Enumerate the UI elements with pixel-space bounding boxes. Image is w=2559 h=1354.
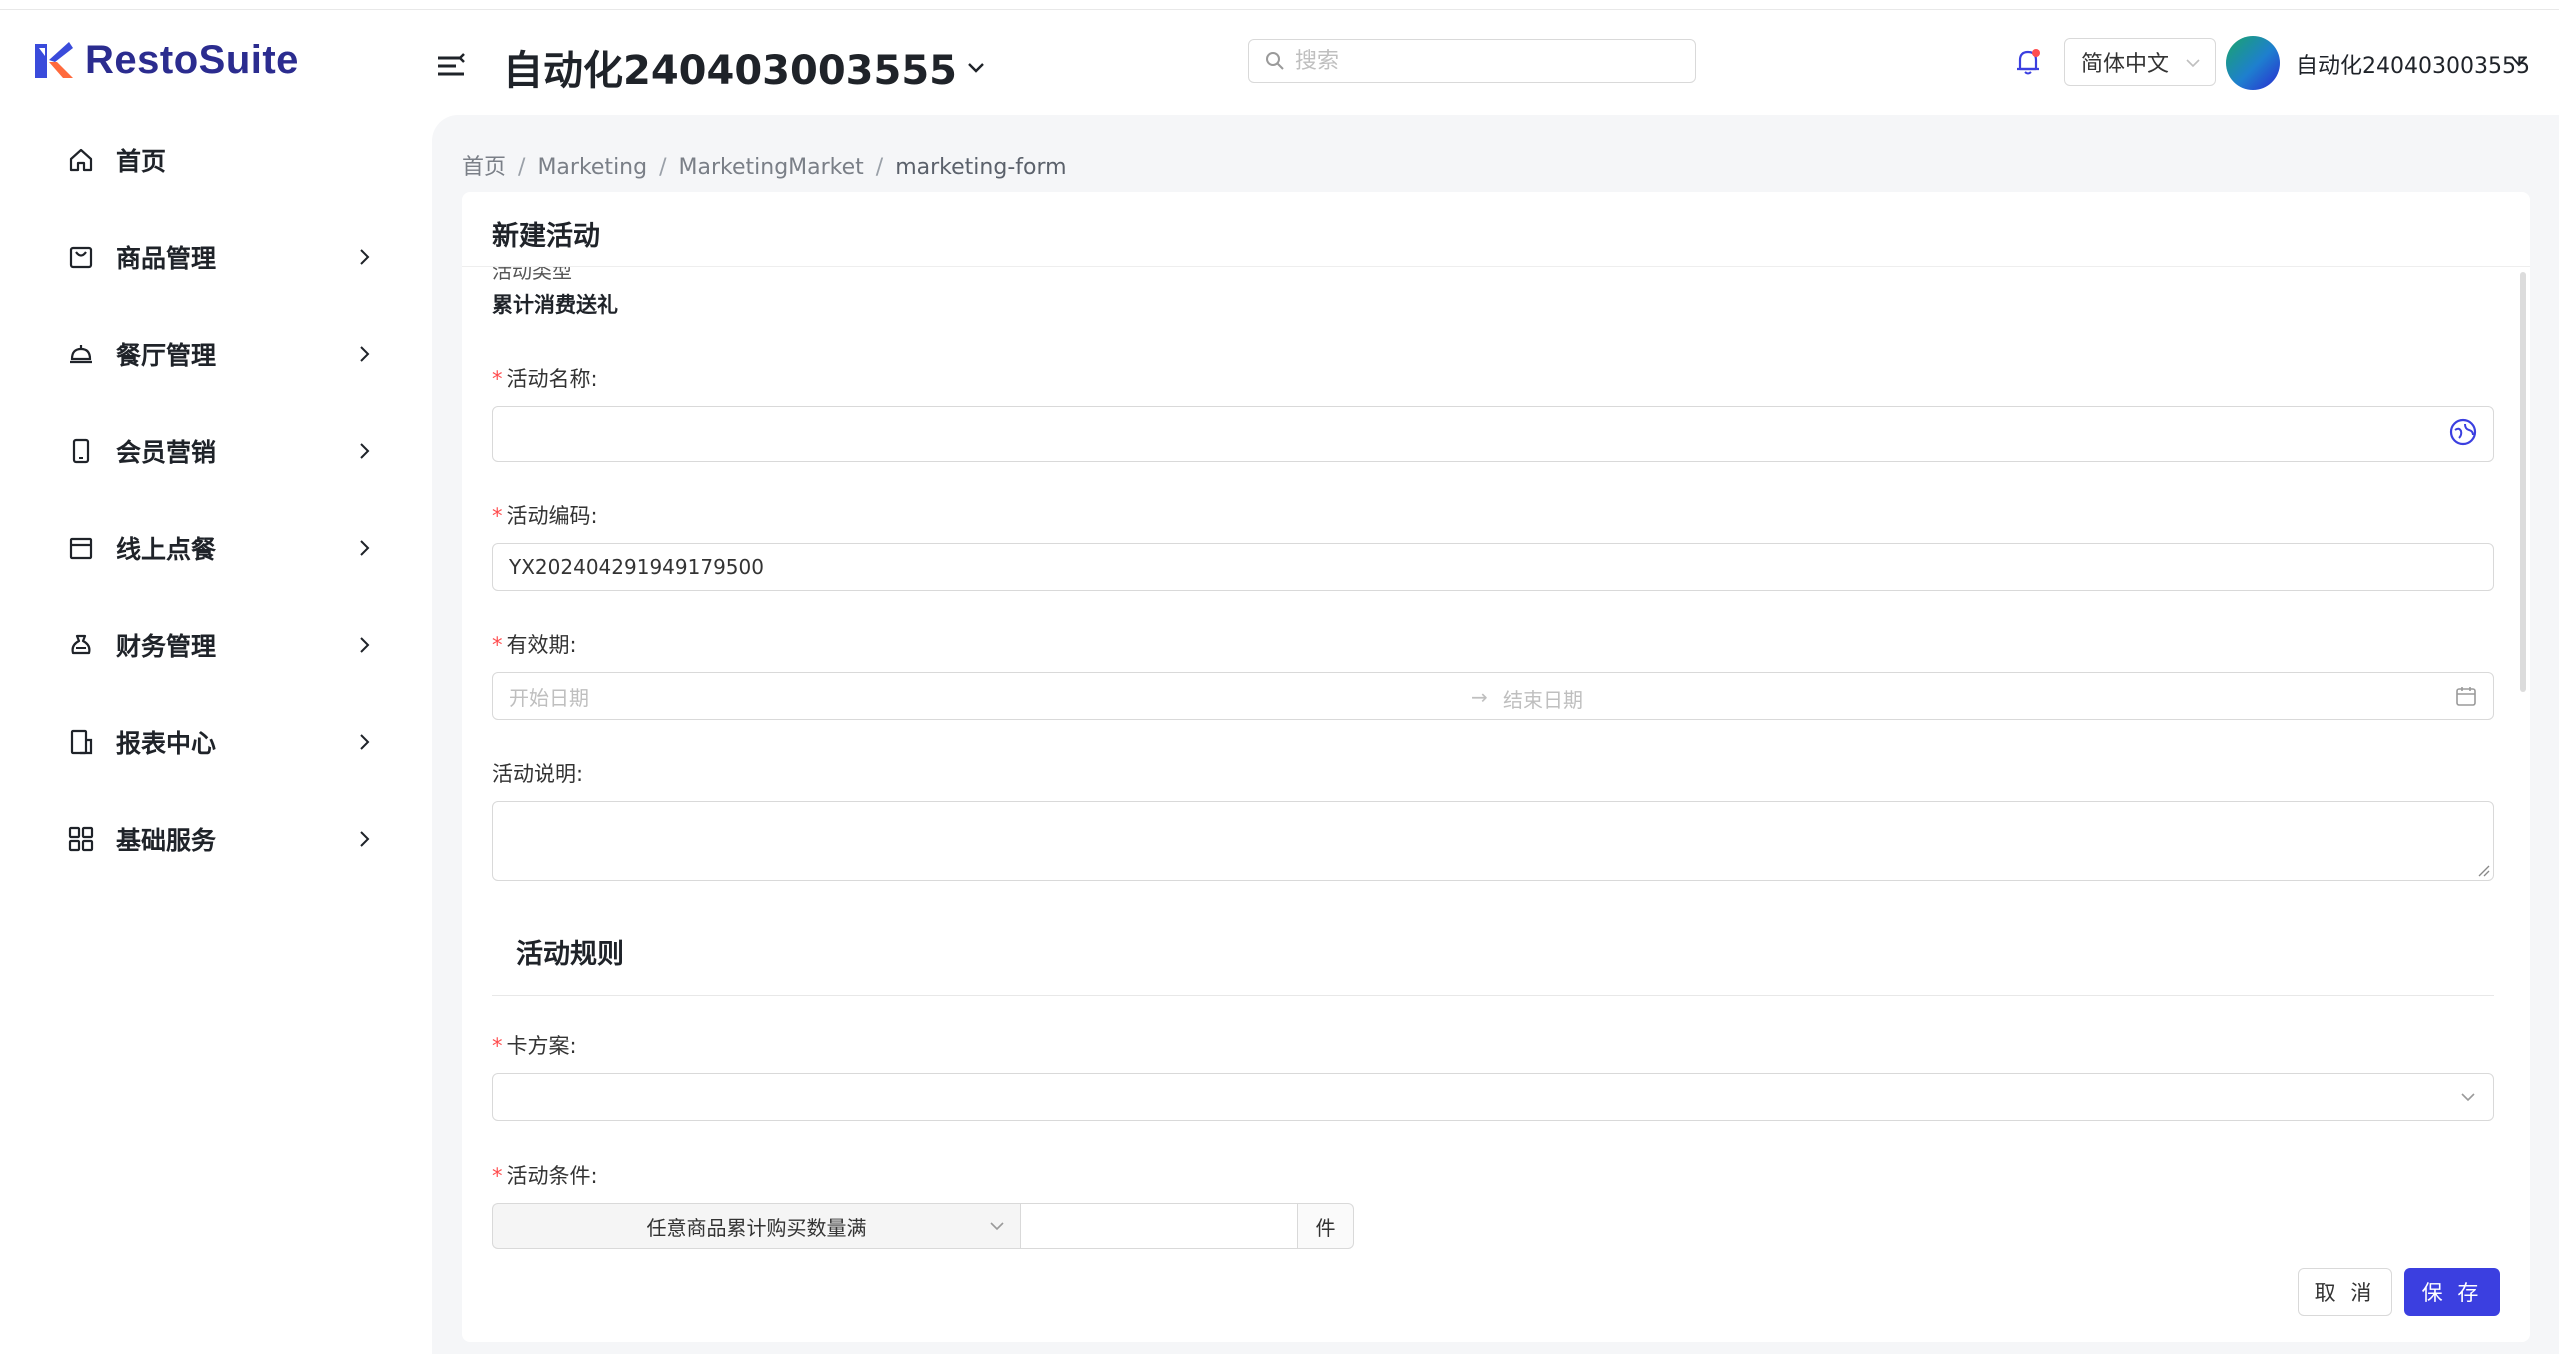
condition-label: * 活动条件: [492,1164,598,1188]
description-label: 活动说明: [492,762,584,786]
rules-section-title: 活动规则 [516,939,624,970]
sidebar-item-finance[interactable]: 财务管理 [66,615,376,675]
breadcrumb-item-marketing-market[interactable]: MarketingMarket [679,155,864,180]
chevron-right-icon [360,346,370,362]
chevron-down-icon [968,63,984,73]
sidebar-item-restaurant[interactable]: 餐厅管理 [66,324,376,384]
menu-toggle-icon[interactable] [434,50,470,82]
chevron-right-icon [360,443,370,459]
notification-bell-icon[interactable] [2010,44,2046,80]
app-logo[interactable]: RestoSuite [33,38,299,83]
sidebar-item-online-ordering[interactable]: 线上点餐 [66,518,376,578]
form-scroll-area[interactable]: 活动类型 累计消费送礼 * 活动名称: * 活动编码: YX202404291949… [462,267,2530,1272]
condition-unit: 件 [1298,1203,1354,1249]
chevron-right-icon [360,734,370,750]
store-icon [66,533,96,563]
sidebar-item-member-marketing[interactable]: 会员营销 [66,421,376,481]
avatar[interactable] [2226,36,2280,90]
description-textarea[interactable] [492,801,2494,881]
new-activity-card: 新建活动 活动类型 累计消费送礼 * 活动名称: * 活动编码: YX2024042… [462,192,2530,1342]
sidebar-item-products[interactable]: 商品管理 [66,227,376,287]
condition-type-value: 任意商品累计购买数量满 [646,1215,867,1240]
sidebar-item-label: 餐厅管理 [116,341,217,370]
validity-label: * 有效期: [492,633,577,657]
chevron-right-icon [360,249,370,265]
activity-code-label: * 活动编码: [492,504,598,528]
page-title: 新建活动 [492,221,600,252]
card-header: 新建活动 [462,192,2530,267]
chevron-right-icon [360,637,370,653]
restosuite-logo-icon [35,41,73,78]
chevron-down-icon [2186,59,2200,68]
money-bag-icon [66,630,96,660]
sidebar-item-label: 报表中心 [116,729,217,758]
cloche-icon [66,339,96,369]
calendar-icon [2456,687,2476,706]
breadcrumb: 首页 / Marketing / MarketingMarket / marketing-f… [462,155,1067,180]
language-selector[interactable]: 简体中文 [2064,38,2216,86]
search-box[interactable] [1248,39,1696,83]
chevron-down-icon[interactable] [2508,50,2530,72]
breadcrumb-item-current: marketing-form [895,155,1067,180]
breadcrumb-item-marketing[interactable]: Marketing [537,155,647,180]
app-name: RestoSuite [85,38,299,82]
sidebar-item-reports[interactable]: 报表中心 [66,712,376,772]
end-date-input[interactable]: 结束日期 [1503,684,1583,713]
activity-type-label: 活动类型 [492,267,572,283]
chevron-down-icon [2461,1093,2475,1102]
card-plan-select[interactable] [492,1073,2494,1121]
chevron-right-icon [360,831,370,847]
report-icon [66,727,96,757]
sidebar-item-label: 财务管理 [116,632,217,661]
window-top-border [0,0,2559,10]
search-icon [1266,52,1284,70]
search-input[interactable] [1293,47,1677,75]
section-divider [492,995,2494,996]
sidebar-item-label: 首页 [116,147,167,176]
activity-name-label: * 活动名称: [492,367,598,391]
sidebar-item-label: 商品管理 [116,244,217,273]
store-selector[interactable]: 自动化240403003555 [503,38,987,96]
activity-code-field[interactable]: YX202404291949179500 [492,543,2494,591]
language-label: 简体中文 [2081,52,2170,77]
sidebar-item-home[interactable]: 首页 [66,130,376,190]
condition-quantity-input[interactable] [1020,1203,1298,1249]
chevron-right-icon [360,540,370,556]
store-name: 自动化240403003555 [503,48,957,94]
condition-type-select[interactable]: 任意商品累计购买数量满 [492,1203,1020,1249]
card-plan-label: * 卡方案: [492,1034,577,1058]
home-icon [66,145,96,175]
validity-date-range[interactable]: 开始日期 → 结束日期 [492,672,2494,720]
start-date-input[interactable]: 开始日期 [509,682,589,711]
activity-code-value: YX202404291949179500 [509,555,764,579]
cancel-button[interactable]: 取 消 [2298,1268,2392,1316]
sidebar-item-label: 会员营销 [116,438,217,467]
activity-name-field[interactable] [492,406,2494,462]
activity-type-value: 累计消费送礼 [492,293,618,317]
resize-handle-icon[interactable] [2476,863,2490,877]
phone-icon [66,436,96,466]
bag-icon [66,242,96,272]
chevron-down-icon [990,1222,1004,1231]
save-button[interactable]: 保 存 [2404,1268,2500,1316]
vertical-scrollbar[interactable] [2520,272,2526,692]
sidebar-item-label: 基础服务 [116,826,217,855]
breadcrumb-item-home[interactable]: 首页 [462,155,506,180]
grid-icon [66,824,96,854]
translate-globe-icon[interactable] [2447,416,2479,448]
sidebar-item-basic-services[interactable]: 基础服务 [66,809,376,869]
user-name[interactable]: 自动化240403003555 [2296,48,2530,80]
sidebar-item-label: 线上点餐 [116,535,217,564]
range-arrow-icon: → [1471,685,1488,709]
